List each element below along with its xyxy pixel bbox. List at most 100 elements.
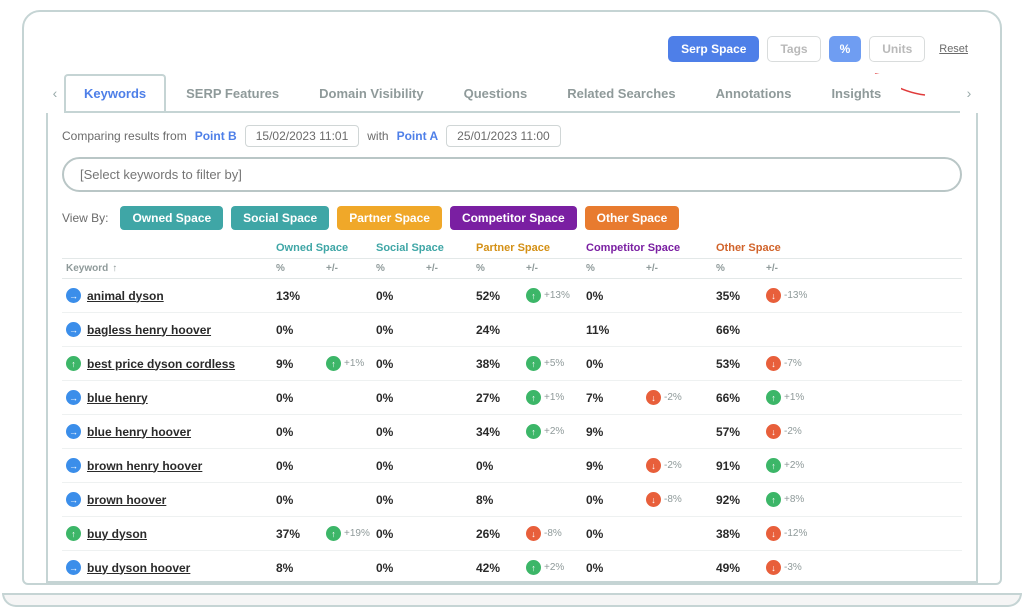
comp-pct: 0%	[586, 493, 646, 507]
partner-pct: 52%	[476, 289, 526, 303]
keyword-link[interactable]: brown henry hoover	[87, 459, 202, 473]
col-competitor: Competitor Space	[586, 242, 716, 254]
chip-social-space[interactable]: Social Space	[231, 206, 329, 230]
arrow-right-icon: →	[66, 424, 81, 439]
keyword-link[interactable]: buy dyson	[87, 527, 147, 541]
owned-pct: 13%	[276, 289, 326, 303]
keyword-link[interactable]: bagless henry hoover	[87, 323, 211, 337]
col-owned: Owned Space	[276, 242, 376, 254]
delta-badge: ↑+19%	[326, 526, 376, 541]
owned-pct: 9%	[276, 357, 326, 371]
arrow-right-icon: →	[66, 458, 81, 473]
owned-pct: 0%	[276, 323, 326, 337]
arrow-right-icon: →	[66, 322, 81, 337]
keyword-link[interactable]: best price dyson cordless	[87, 357, 235, 371]
partner-pct: 38%	[476, 357, 526, 371]
arrow-down-icon: ↓	[526, 526, 541, 541]
owned-pct: 8%	[276, 561, 326, 575]
comp-pct: 9%	[586, 459, 646, 473]
point-a-label: Point A	[397, 129, 439, 143]
keyword-link[interactable]: blue henry hoover	[87, 425, 191, 439]
arrow-up-icon: ↑	[526, 560, 541, 575]
keyword-filter-input[interactable]	[62, 157, 962, 192]
arrow-up-icon: ↑	[526, 424, 541, 439]
delta-badge: ↓-2%	[646, 390, 716, 405]
chip-owned-space[interactable]: Owned Space	[120, 206, 223, 230]
social-pct: 0%	[376, 323, 426, 337]
table-row: ↑buy dyson37%↑+19%0%26%↓-8%0%38%↓-12%	[62, 517, 962, 551]
table-row: →blue henry0%0%27%↑+1%7%↓-2%66%↑+1%	[62, 381, 962, 415]
other-pct: 92%	[716, 493, 766, 507]
tab-domain-visibility[interactable]: Domain Visibility	[299, 74, 444, 113]
partner-pct: 0%	[476, 459, 526, 473]
other-pct: 38%	[716, 527, 766, 541]
keyword-link[interactable]: buy dyson hoover	[87, 561, 190, 575]
serp-space-button[interactable]: Serp Space	[668, 36, 759, 62]
delta-badge: ↑+1%	[326, 356, 376, 371]
chip-competitor-space[interactable]: Competitor Space	[450, 206, 577, 230]
arrow-up-icon: ↑	[66, 526, 81, 541]
col-keyword[interactable]: Keyword↑	[66, 263, 276, 274]
table-row: →buy dyson hoover8%0%42%↑+2%0%49%↓-3%	[62, 551, 962, 583]
owned-pct: 37%	[276, 527, 326, 541]
delta-badge: ↑+2%	[526, 560, 586, 575]
tab-related-searches[interactable]: Related Searches	[547, 74, 695, 113]
chip-other-space[interactable]: Other Space	[585, 206, 680, 230]
table-row: →bagless henry hoover0%0%24%11%66%	[62, 313, 962, 347]
arrow-up-icon: ↑	[526, 288, 541, 303]
arrow-down-icon: ↓	[646, 492, 661, 507]
arrow-down-icon: ↓	[766, 288, 781, 303]
delta-badge: ↓-2%	[646, 458, 716, 473]
partner-pct: 27%	[476, 391, 526, 405]
arrow-right-icon: →	[66, 560, 81, 575]
units-button[interactable]: Units	[869, 36, 925, 62]
keyword-grid: Owned Space Social Space Partner Space C…	[62, 242, 962, 583]
chip-partner-space[interactable]: Partner Space	[337, 206, 442, 230]
tab-annotations[interactable]: Annotations	[696, 74, 812, 113]
table-row: →brown henry hoover0%0%0%9%↓-2%91%↑+2%	[62, 449, 962, 483]
other-pct: 53%	[716, 357, 766, 371]
tab-keywords[interactable]: Keywords	[64, 74, 166, 113]
view-by-label: View By:	[62, 211, 108, 225]
keyword-link[interactable]: blue henry	[87, 391, 148, 405]
delta-badge: ↓-2%	[766, 424, 826, 439]
arrow-down-icon: ↓	[766, 560, 781, 575]
tabbar: KeywordsSERP FeaturesDomain VisibilityQu…	[64, 72, 960, 113]
delta-badge: ↓-8%	[526, 526, 586, 541]
tab-serp-features[interactable]: SERP Features	[166, 74, 299, 113]
partner-pct: 26%	[476, 527, 526, 541]
arrow-up-icon: ↑	[766, 390, 781, 405]
tab-insights[interactable]: Insights	[811, 74, 901, 113]
col-other: Other Space	[716, 242, 826, 254]
keyword-link[interactable]: animal dyson	[87, 289, 164, 303]
comp-pct: 0%	[586, 357, 646, 371]
reset-link[interactable]: Reset	[939, 43, 968, 55]
percent-button[interactable]: %	[829, 36, 862, 62]
delta-badge: ↑+2%	[526, 424, 586, 439]
date-b[interactable]: 15/02/2023 11:01	[245, 125, 360, 147]
keyword-link[interactable]: brown hoover	[87, 493, 166, 507]
tab-scroll-right[interactable]: ›	[960, 85, 978, 101]
partner-pct: 8%	[476, 493, 526, 507]
other-pct: 35%	[716, 289, 766, 303]
arrow-down-icon: ↓	[646, 390, 661, 405]
main-panel: Comparing results from Point B 15/02/202…	[46, 113, 978, 583]
tab-scroll-left[interactable]: ‹	[46, 85, 64, 101]
arrow-down-icon: ↓	[646, 458, 661, 473]
social-pct: 0%	[376, 493, 426, 507]
view-by-row: View By: Owned Space Social Space Partne…	[62, 206, 962, 230]
arrow-down-icon: ↓	[766, 424, 781, 439]
delta-badge: ↑+8%	[766, 492, 826, 507]
arrow-up-icon: ↑	[766, 492, 781, 507]
tags-button[interactable]: Tags	[767, 36, 820, 62]
partner-pct: 24%	[476, 323, 526, 337]
tab-questions[interactable]: Questions	[444, 74, 548, 113]
arrow-up-icon: ↑	[526, 390, 541, 405]
social-pct: 0%	[376, 357, 426, 371]
comp-pct: 9%	[586, 425, 646, 439]
arrow-up-icon: ↑	[326, 526, 341, 541]
delta-badge: ↑+13%	[526, 288, 586, 303]
arrow-up-icon: ↑	[326, 356, 341, 371]
other-pct: 66%	[716, 323, 766, 337]
date-a[interactable]: 25/01/2023 11:00	[446, 125, 561, 147]
